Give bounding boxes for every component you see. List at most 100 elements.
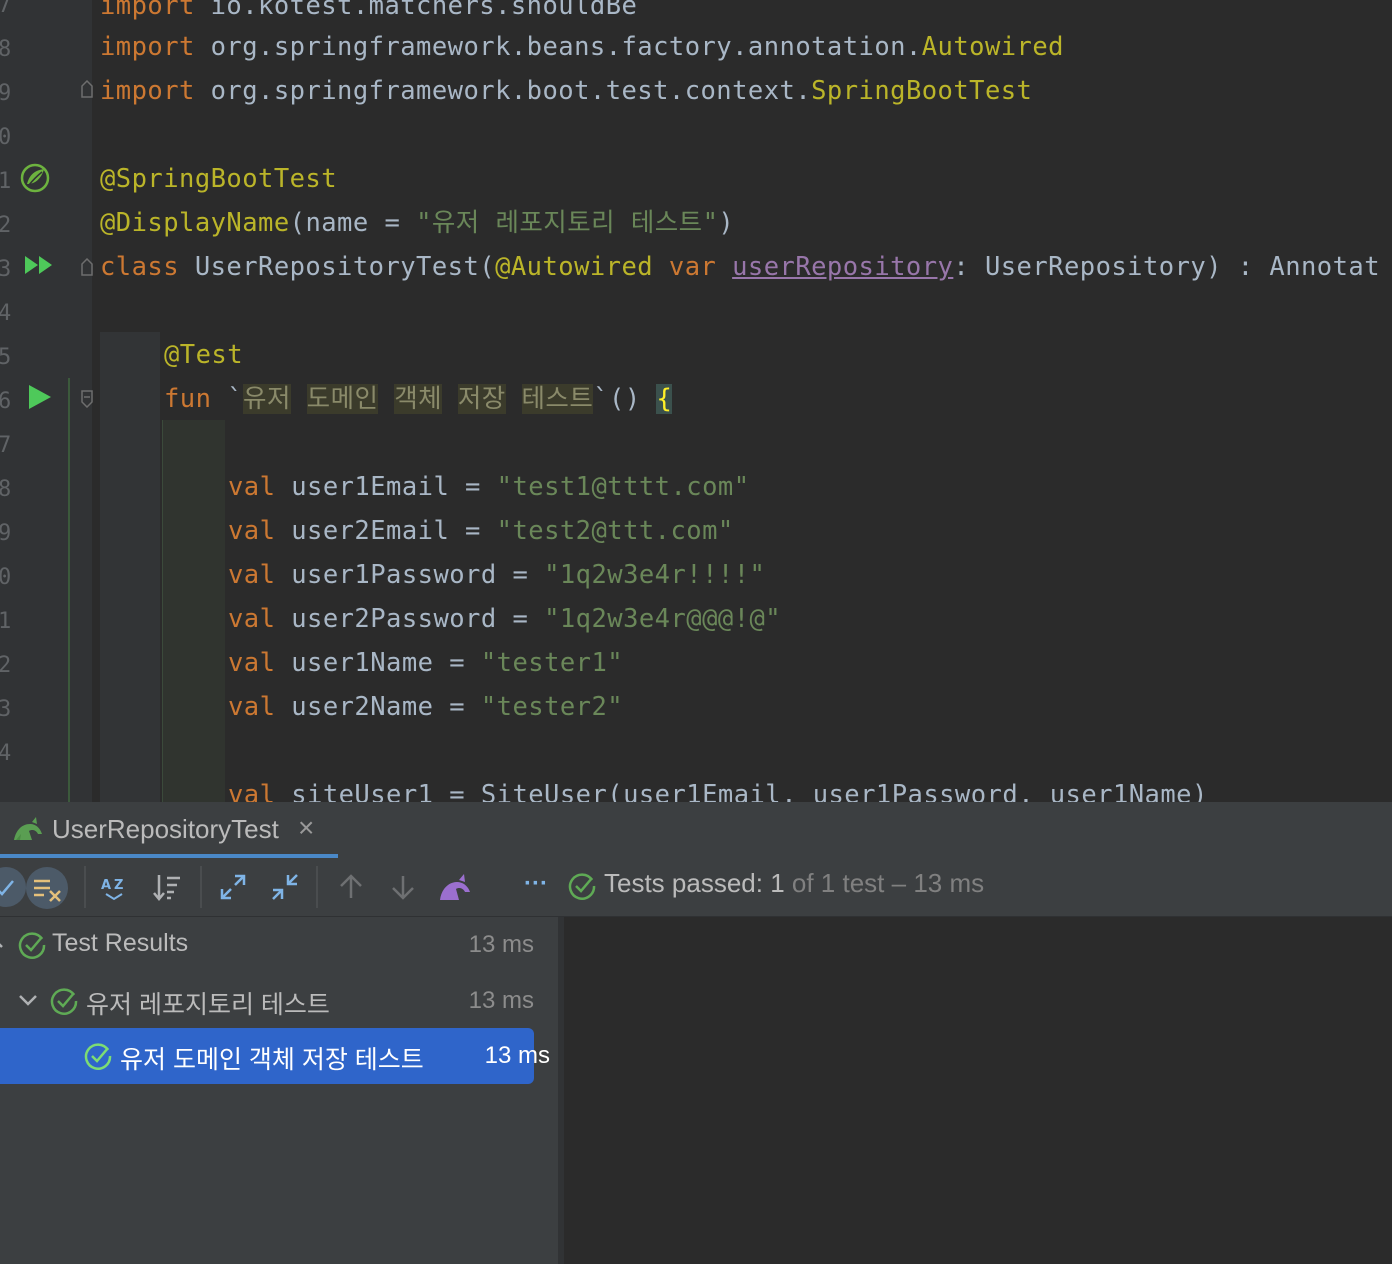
arrow-up-icon[interactable] xyxy=(336,872,366,902)
fold-marker-icon[interactable] xyxy=(80,390,94,408)
function-name-word: 객체 xyxy=(394,384,443,414)
line-number: 1 xyxy=(0,609,12,634)
function-name-word: 테스트 xyxy=(521,384,594,414)
code-line[interactable]: val user2Password = "1q2w3e4r@@@!@" xyxy=(228,597,781,641)
code-line[interactable]: @Test xyxy=(164,333,243,377)
tree-row-test-results[interactable]: Test Results 13 ms xyxy=(0,917,534,973)
annotation: @SpringBootTest xyxy=(100,164,338,194)
keyword: val xyxy=(228,516,276,546)
tests-status: Tests passed: 1 of 1 test – 13 ms xyxy=(604,868,984,899)
expand-all-icon[interactable] xyxy=(218,872,248,902)
string-literal: "유저 레포지토리 테스트" xyxy=(416,208,719,238)
run-tab-user-repository-test[interactable]: UserRepositoryTest × xyxy=(0,802,338,858)
status-count: 1 xyxy=(770,868,785,898)
code-text: ) xyxy=(718,208,735,238)
code-line[interactable]: val user2Email = "test2@ttt.com" xyxy=(228,509,734,553)
run-all-tests-icon[interactable] xyxy=(24,254,56,276)
collapse-all-icon[interactable] xyxy=(270,872,300,902)
fold-marker-icon[interactable] xyxy=(80,80,94,98)
kotest-action-icon[interactable] xyxy=(438,872,472,902)
tree-row-label: 유저 도메인 객체 저장 테스트 xyxy=(120,1046,424,1074)
console-output[interactable] xyxy=(564,917,1392,1264)
fold-marker-icon[interactable] xyxy=(80,258,94,276)
show-ignored-icon[interactable] xyxy=(26,867,68,909)
code-line[interactable]: val user1Email = "test1@tttt.com" xyxy=(228,465,750,509)
tree-row-label: 유저 레포지토리 테스트 xyxy=(86,991,330,1019)
line-number: 1 xyxy=(0,169,12,194)
arrow-down-icon[interactable] xyxy=(388,872,418,902)
code-text: ` xyxy=(211,384,244,414)
passed-check-icon xyxy=(50,988,78,1015)
line-number: 4 xyxy=(0,741,12,766)
code-text: `() xyxy=(593,384,657,414)
line-number: 8 xyxy=(0,477,12,502)
string-literal: "1q2w3e4r@@@!@" xyxy=(544,604,782,634)
function-name-word: 도메인 xyxy=(306,384,379,414)
line-number: 6 xyxy=(0,389,12,414)
line-number: 3 xyxy=(0,257,12,282)
code-line[interactable]: import org.springframework.beans.factory… xyxy=(100,25,1064,69)
keyword: import xyxy=(100,0,195,21)
code-line[interactable]: fun `유저 도메인 객체 저장 테스트`() { xyxy=(164,377,673,421)
sort-alphabetically-icon[interactable]: A Z xyxy=(100,872,130,902)
code-line[interactable]: val siteUser1 = SiteUser(user1Email, use… xyxy=(228,773,1208,802)
keyword: val xyxy=(228,472,276,502)
keyword: val xyxy=(228,604,276,634)
chevron-down-icon[interactable] xyxy=(18,993,38,1007)
string-literal: "tester2" xyxy=(480,692,624,722)
status-time: 13 ms xyxy=(913,868,985,898)
annotation: @Autowired xyxy=(495,252,654,282)
run-test-icon[interactable] xyxy=(27,383,53,411)
sort-by-duration-icon[interactable] xyxy=(152,872,182,902)
line-number: 0 xyxy=(0,565,12,590)
toolbar-separator xyxy=(316,866,318,908)
code-line[interactable]: import org.springframework.boot.test.con… xyxy=(100,69,1032,113)
tree-row-spec[interactable]: 유저 레포지토리 테스트 13 ms xyxy=(0,973,534,1029)
matched-brace: { xyxy=(656,384,673,414)
property-name[interactable]: userRepository xyxy=(732,252,953,282)
tree-row-test[interactable]: 유저 도메인 객체 저장 테스트 13 ms xyxy=(0,1028,550,1084)
more-options-icon[interactable]: ··· xyxy=(524,870,548,898)
code-line[interactable]: import io.kotest.matchers.shouldBe xyxy=(100,0,637,28)
code-line[interactable]: val user1Password = "1q2w3e4r!!!!" xyxy=(228,553,765,597)
class-name: UserRepositoryTest( xyxy=(179,252,496,282)
variable-name: user1Name = xyxy=(275,648,481,678)
keyword: val xyxy=(228,560,276,590)
code-line[interactable]: class UserRepositoryTest(@Autowired var … xyxy=(100,245,1380,289)
tests-passed-check-icon xyxy=(568,873,596,900)
line-number: 8 xyxy=(0,37,12,62)
spring-bean-icon[interactable] xyxy=(20,163,50,193)
fold-guide xyxy=(68,378,70,802)
code-line[interactable]: val user1Name = "tester1" xyxy=(228,641,623,685)
editor-gutter: 7 8 9 0 1 2 3 4 5 6 7 8 9 0 1 2 3 4 xyxy=(0,0,94,802)
package-name: org.springframework.beans.factory.annota… xyxy=(194,32,922,62)
annotation: @Test xyxy=(164,340,244,370)
toolbar-separator xyxy=(84,866,86,908)
keyword: class xyxy=(100,252,180,282)
keyword: import xyxy=(100,32,195,62)
test-results-tree[interactable]: Test Results 13 ms 유저 레포지토리 테스트 13 ms 유저… xyxy=(0,917,558,1264)
code-editor[interactable]: 7 8 9 0 1 2 3 4 5 6 7 8 9 0 1 2 3 4 import io.kotest.matc… xyxy=(0,0,1392,802)
string-literal: "test2@ttt.com" xyxy=(496,516,734,546)
class-reference: Autowired xyxy=(921,32,1064,62)
function-name-word: 유저 xyxy=(243,384,291,414)
class-reference: SpringBootTest xyxy=(811,76,1033,106)
line-number: 5 xyxy=(0,345,12,370)
svg-text:A: A xyxy=(101,878,111,893)
chevron-down-icon[interactable] xyxy=(0,939,6,951)
code-line[interactable]: val user2Name = "tester2" xyxy=(228,685,623,729)
code-text: (name = xyxy=(289,208,417,238)
code-text: siteUser1 = SiteUser(user1Email, user1Pa… xyxy=(275,780,1208,802)
code-line[interactable]: @DisplayName(name = "유저 레포지토리 테스트") xyxy=(100,201,734,245)
run-tab-title: UserRepositoryTest xyxy=(52,814,279,844)
show-passed-icon[interactable] xyxy=(0,867,26,907)
string-literal: "tester1" xyxy=(480,648,624,678)
line-number: 4 xyxy=(0,301,12,326)
keyword: var xyxy=(653,252,733,282)
keyword: fun xyxy=(164,384,212,414)
close-icon[interactable]: × xyxy=(298,812,314,844)
run-tool-window-tabbar: UserRepositoryTest × xyxy=(0,802,1392,859)
code-line[interactable]: @SpringBootTest xyxy=(100,157,337,201)
function-scope-highlight xyxy=(162,420,225,802)
tree-row-label: Test Results xyxy=(52,929,189,957)
